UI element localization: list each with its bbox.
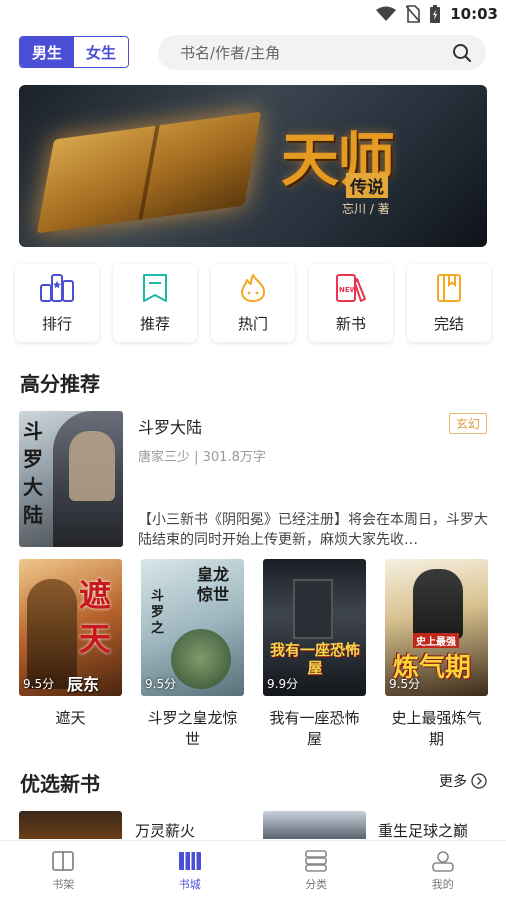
book-score: 9.5分: [389, 677, 421, 691]
nav-label: 书城: [178, 877, 201, 891]
book-cover-subtitle: 斗罗之: [151, 589, 165, 636]
new-book-cover[interactable]: [19, 811, 122, 839]
book-cover[interactable]: 遮天 辰东 9.5分: [19, 559, 122, 696]
category-label: 推荐: [139, 314, 170, 333]
genre-tag: 玄幻: [448, 413, 487, 434]
nav-label: 我的: [431, 877, 454, 891]
nav-label: 分类: [305, 877, 328, 891]
bookshelf-icon: [52, 850, 75, 871]
book-card[interactable]: 皇龙惊世 斗罗之 9.5分 斗罗之皇龙惊世: [141, 559, 244, 750]
category-label: 排行: [41, 314, 72, 333]
featured-book-title[interactable]: 斗罗大陆: [138, 414, 202, 438]
category-shortcuts: 排行 推荐 热门 NEW 新书 完结: [15, 264, 491, 344]
banner-subtitle: 传说: [346, 173, 388, 198]
book-title: 斗罗之皇龙惊世: [147, 709, 238, 748]
book-cover[interactable]: 史上最强 炼气期 9.5分: [385, 559, 488, 696]
search-icon[interactable]: [452, 43, 472, 63]
new-book-title[interactable]: 万灵薪火: [135, 820, 195, 841]
book-cover-subtitle: 史上最强: [413, 633, 459, 648]
book-cover-title: 我有一座恐怖屋: [269, 641, 360, 677]
gender-male-tab[interactable]: 男生: [20, 37, 74, 67]
nav-category[interactable]: 分类: [253, 841, 380, 900]
featured-book-meta: 唐家三少 | 301.8万字: [138, 450, 266, 465]
more-label: 更多: [439, 774, 467, 790]
gender-female-tab[interactable]: 女生: [74, 37, 128, 67]
category-label: 完结: [433, 314, 464, 333]
book-score: 9.5分: [145, 677, 177, 691]
bookstore-icon: [178, 851, 201, 870]
flame-icon: [241, 273, 265, 302]
no-sim-icon: [406, 5, 421, 23]
book-card[interactable]: 我有一座恐怖屋 9.9分 我有一座恐怖屋: [263, 559, 366, 750]
category-ranking[interactable]: 排行: [15, 264, 99, 342]
category-recommend[interactable]: 推荐: [113, 264, 197, 342]
featured-book-description: 【小三新书《阴阳冕》已经注册】将会在本周日，斗罗大陆结束的同时开始上传更新，麻烦…: [138, 512, 488, 548]
svg-text:NEW: NEW: [339, 286, 358, 294]
battery-icon: [430, 5, 441, 23]
new-book-icon: NEW: [336, 273, 366, 302]
category-new[interactable]: NEW 新书: [309, 264, 393, 342]
book-cover[interactable]: 我有一座恐怖屋 9.9分: [263, 559, 366, 696]
book-title: 我有一座恐怖屋: [269, 709, 360, 748]
category-label: 新书: [335, 314, 366, 333]
status-icons: 10:03: [376, 4, 498, 24]
wifi-icon: [376, 6, 397, 21]
nav-label: 书架: [52, 877, 75, 891]
nav-bookshelf[interactable]: 书架: [0, 841, 127, 900]
featured-book-cover[interactable]: 斗罗大陆: [19, 411, 123, 547]
section-title-high-score: 高分推荐: [20, 372, 100, 396]
promo-banner[interactable]: 天师: [19, 85, 487, 247]
banner-author: 忘川 / 著: [342, 202, 390, 216]
book-score: 9.5分: [23, 677, 55, 691]
book-cover-author: 辰东: [67, 675, 100, 694]
book-cover-title: 遮天: [79, 576, 112, 658]
status-time: 10:03: [450, 5, 498, 23]
book-title: 遮天: [55, 709, 86, 727]
new-book-cover[interactable]: [263, 811, 366, 839]
profile-icon: [431, 850, 454, 872]
search-input[interactable]: 书名/作者/主角: [158, 35, 486, 70]
banner-book-illustration: [36, 111, 262, 234]
book-card[interactable]: 史上最强 炼气期 9.5分 史上最强炼气期: [385, 559, 488, 750]
search-placeholder: 书名/作者/主角: [180, 44, 281, 62]
new-book-title[interactable]: 重生足球之巅: [378, 820, 468, 841]
chevron-right-icon: [471, 773, 487, 789]
status-bar: 10:03: [0, 0, 506, 28]
category-hot[interactable]: 热门: [211, 264, 295, 342]
category-finished[interactable]: 完结: [407, 264, 491, 342]
bookmark-icon: [143, 273, 167, 302]
nav-bookstore[interactable]: 书城: [127, 841, 254, 900]
bottom-nav: 书架 书城 分类 我的: [0, 840, 506, 900]
book-card[interactable]: 遮天 辰东 9.5分 遮天: [19, 559, 122, 729]
book-cover[interactable]: 皇龙惊世 斗罗之 9.5分: [141, 559, 244, 696]
book-score: 9.9分: [267, 677, 299, 691]
book-title: 史上最强炼气期: [391, 709, 482, 748]
category-label: 热门: [237, 314, 268, 333]
gender-toggle: 男生 女生: [19, 36, 129, 68]
ranking-icon: [40, 273, 74, 302]
more-link[interactable]: 更多: [439, 771, 487, 791]
book-cover-title: 皇龙惊世: [197, 565, 230, 604]
featured-cover-title: 斗罗大陆: [23, 419, 43, 527]
nav-profile[interactable]: 我的: [380, 841, 506, 900]
category-icon: [305, 849, 328, 872]
section-title-new-books: 优选新书: [20, 772, 100, 796]
finished-book-icon: [437, 273, 461, 302]
